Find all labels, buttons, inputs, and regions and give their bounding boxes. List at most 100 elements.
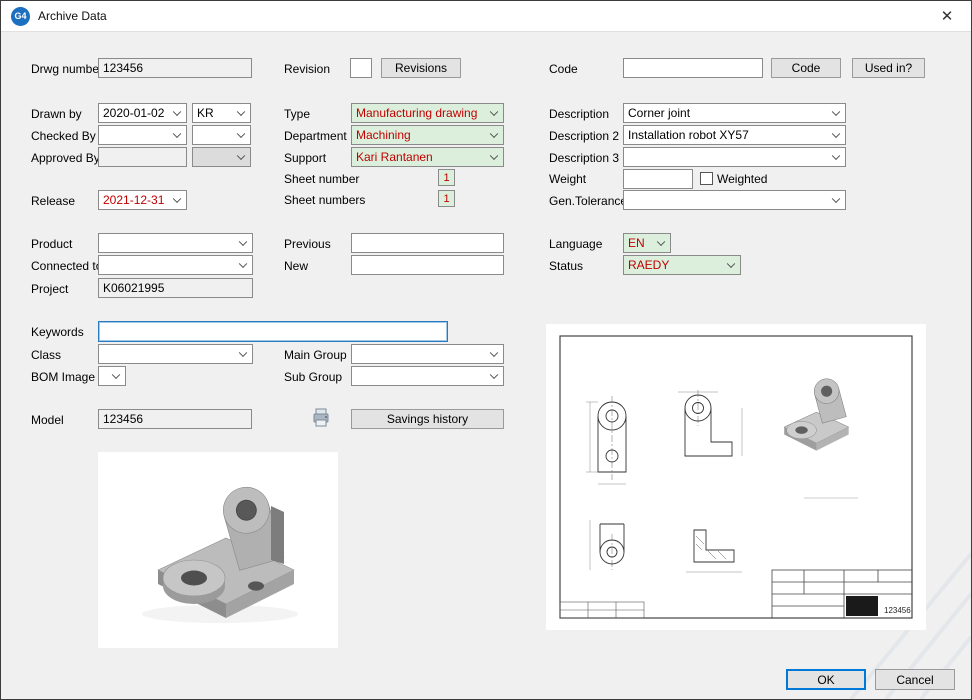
revision-label: Revision <box>284 62 330 76</box>
new-label: New <box>284 259 308 273</box>
class-combo[interactable] <box>98 344 253 364</box>
chevron-down-icon <box>173 108 181 116</box>
chevron-down-icon <box>657 238 665 246</box>
drawn-by-date-value: 2020-01-02 <box>103 106 164 120</box>
keywords-input[interactable] <box>98 321 448 342</box>
bom-image-combo[interactable] <box>98 366 126 386</box>
description2-combo[interactable]: Installation robot XY57 <box>623 125 846 145</box>
weighted-label: Weighted <box>717 172 767 186</box>
connected-to-combo[interactable] <box>98 255 253 275</box>
chevron-down-icon <box>490 152 498 160</box>
release-combo[interactable]: 2021-12-31 <box>98 190 187 210</box>
window-title: Archive Data <box>38 9 107 23</box>
approved-by-combo[interactable] <box>192 147 251 167</box>
ok-button[interactable]: OK <box>786 669 866 690</box>
support-combo[interactable]: Kari Rantanen <box>351 147 504 167</box>
drawn-by-initials-value: KR <box>197 106 214 120</box>
chevron-down-icon <box>239 349 247 357</box>
drawn-by-date-combo[interactable]: 2020-01-02 <box>98 103 187 123</box>
product-label: Product <box>31 237 72 251</box>
support-label: Support <box>284 151 326 165</box>
release-value: 2021-12-31 <box>103 193 164 207</box>
corner-joint-3d-render <box>98 452 338 648</box>
chevron-down-icon <box>832 108 840 116</box>
product-combo[interactable] <box>98 233 253 253</box>
release-label: Release <box>31 194 75 208</box>
drwg-number-value: 123456 <box>103 61 143 75</box>
chevron-down-icon <box>237 152 245 160</box>
language-label: Language <box>549 237 602 251</box>
chevron-down-icon <box>490 371 498 379</box>
close-icon[interactable]: ✕ <box>933 7 961 25</box>
drawn-by-initials-combo[interactable]: KR <box>192 103 251 123</box>
main-group-label: Main Group <box>284 348 347 362</box>
drawing-image: 123456 <box>546 324 926 630</box>
revisions-button[interactable]: Revisions <box>381 58 461 78</box>
class-label: Class <box>31 348 61 362</box>
language-value: EN <box>628 236 645 250</box>
drwg-number-field[interactable]: 123456 <box>98 58 252 78</box>
approved-by-field[interactable] <box>98 147 187 167</box>
connected-to-label: Connected to <box>31 259 102 273</box>
chevron-down-icon <box>490 108 498 116</box>
description-label: Description <box>549 107 609 121</box>
chevron-down-icon <box>832 152 840 160</box>
chevron-down-icon <box>173 195 181 203</box>
code-field[interactable] <box>623 58 763 78</box>
drawing-number-text: 123456 <box>884 606 911 615</box>
type-combo[interactable]: Manufacturing drawing <box>351 103 504 123</box>
chevron-down-icon <box>173 130 181 138</box>
cancel-button[interactable]: Cancel <box>875 669 955 690</box>
sheet-numbers-value: 1 <box>443 193 449 205</box>
chevron-down-icon <box>237 108 245 116</box>
new-field[interactable] <box>351 255 504 275</box>
code-label: Code <box>549 62 578 76</box>
gen-tolerances-combo[interactable] <box>623 190 846 210</box>
checked-by-initials-combo[interactable] <box>192 125 251 145</box>
status-value: RAEDY <box>628 258 669 272</box>
keywords-label: Keywords <box>31 325 84 339</box>
used-in-button[interactable]: Used in? <box>852 58 925 78</box>
archive-data-dialog: G4 Archive Data ✕ Drwg number 123456 Rev… <box>0 0 972 700</box>
description3-label: Description 3 <box>549 151 619 165</box>
main-group-combo[interactable] <box>351 344 504 364</box>
description3-combo[interactable] <box>623 147 846 167</box>
savings-history-button[interactable]: Savings history <box>351 409 504 429</box>
description-value: Corner joint <box>628 106 690 120</box>
support-value: Kari Rantanen <box>356 150 433 164</box>
chevron-down-icon <box>239 238 247 246</box>
department-label: Department <box>284 129 347 143</box>
department-combo[interactable]: Machining <box>351 125 504 145</box>
sheet-numbers-field[interactable]: 1 <box>438 190 455 207</box>
model-field[interactable]: 123456 <box>98 409 252 429</box>
chevron-down-icon <box>239 260 247 268</box>
sheet-number-field[interactable]: 1 <box>438 169 455 186</box>
previous-label: Previous <box>284 237 331 251</box>
weighted-checkbox[interactable] <box>700 172 713 185</box>
project-field[interactable]: K06021995 <box>98 278 253 298</box>
sheet-number-label: Sheet number <box>284 172 359 186</box>
bom-image-label: BOM Image <box>31 370 95 384</box>
type-value: Manufacturing drawing <box>356 106 477 120</box>
sheet-number-value: 1 <box>443 172 449 184</box>
weight-field[interactable] <box>623 169 693 189</box>
sub-group-label: Sub Group <box>284 370 342 384</box>
checked-by-date-combo[interactable] <box>98 125 187 145</box>
code-button[interactable]: Code <box>771 58 841 78</box>
language-combo[interactable]: EN <box>623 233 671 253</box>
weight-label: Weight <box>549 172 586 186</box>
sheet-numbers-label: Sheet numbers <box>284 193 365 207</box>
model-value: 123456 <box>103 412 143 426</box>
drwg-number-label: Drwg number <box>31 62 103 76</box>
titlebar: G4 Archive Data ✕ <box>1 1 971 32</box>
chevron-down-icon <box>832 195 840 203</box>
drawn-by-label: Drawn by <box>31 107 82 121</box>
status-label: Status <box>549 259 583 273</box>
sub-group-combo[interactable] <box>351 366 504 386</box>
revision-field[interactable] <box>350 58 372 78</box>
status-combo[interactable]: RAEDY <box>623 255 741 275</box>
description-combo[interactable]: Corner joint <box>623 103 846 123</box>
print-icon[interactable] <box>311 407 331 429</box>
previous-field[interactable] <box>351 233 504 253</box>
app-icon: G4 <box>11 7 30 26</box>
